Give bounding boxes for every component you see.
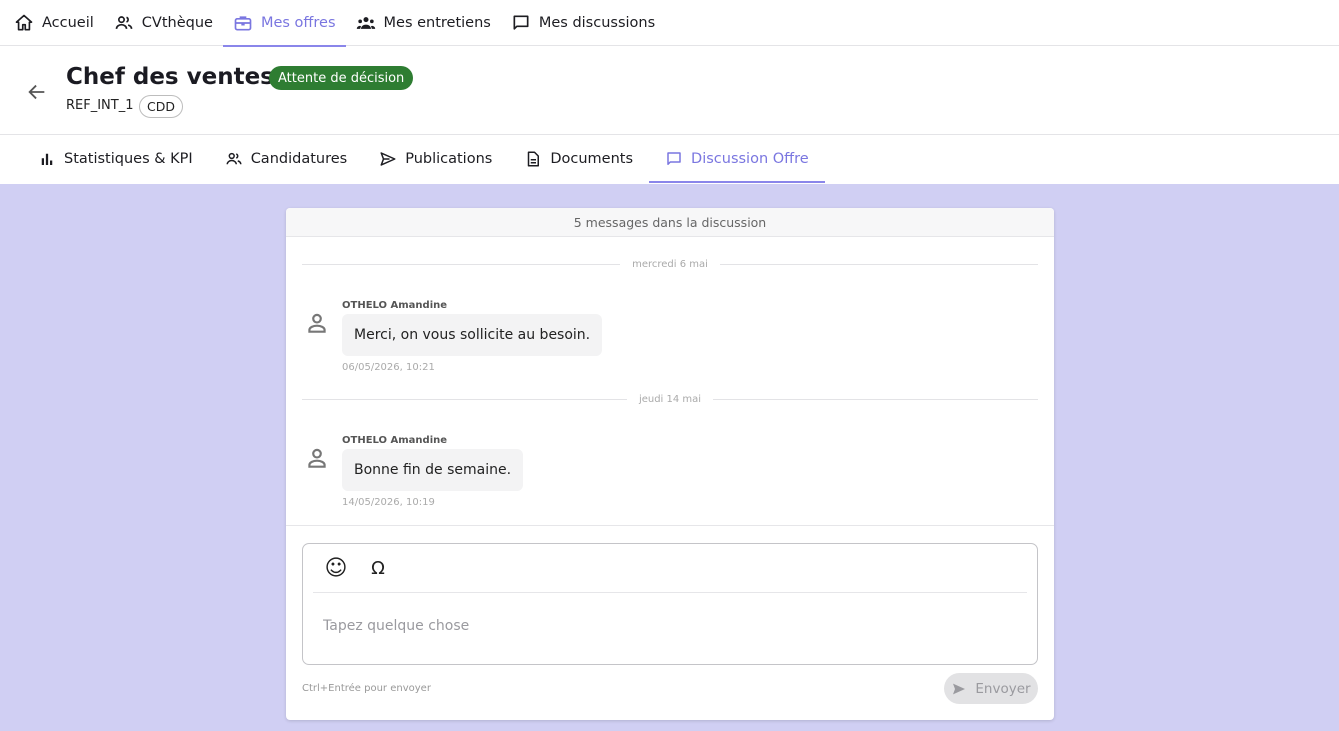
nav-item-accueil[interactable]: Accueil (4, 0, 104, 46)
tab-discussion-offre[interactable]: Discussion Offre (649, 135, 825, 183)
top-navigation: Accueil CVthèque Mes offres Mes entretie… (0, 0, 1339, 47)
nav-item-mes-entretiens[interactable]: Mes entretiens (346, 0, 501, 46)
tab-label: Publications (405, 151, 493, 167)
nav-item-cvtheque[interactable]: CVthèque (104, 0, 223, 46)
tab-candidatures[interactable]: Candidatures (209, 135, 364, 183)
composer-toolbar: ☺ Ω (303, 544, 1037, 593)
person-icon (308, 448, 326, 468)
clipped-previous-message: · · · · · (342, 237, 371, 242)
message-author: OTHELO Amandine (342, 300, 448, 311)
send-label: Envoyer (975, 680, 1031, 697)
groups-icon (356, 17, 375, 29)
contract-type-chip: CDD (139, 95, 183, 118)
tab-label: Candidatures (250, 151, 348, 167)
discussion-area: 5 messages dans la discussion · · · · · … (0, 184, 1339, 731)
divider (302, 263, 621, 265)
special-character-button[interactable]: Ω (364, 554, 392, 582)
chat-icon (667, 152, 681, 165)
message-count: 5 messages dans la discussion (286, 208, 1054, 237)
chat-icon (513, 15, 529, 30)
tab-label: Documents (550, 151, 634, 167)
message-list[interactable]: · · · · · mercredi 6 mai OTHELO Amandine… (286, 237, 1054, 526)
send-icon (380, 152, 396, 166)
document-icon (528, 151, 540, 167)
nav-label: Mes entretiens (383, 15, 491, 31)
message-composer: ☺ Ω (302, 543, 1038, 665)
date-label: jeudi 14 mai (638, 393, 702, 405)
nav-label: Mes offres (260, 15, 336, 31)
home-icon (15, 14, 33, 31)
discussion-panel: 5 messages dans la discussion · · · · · … (286, 208, 1054, 720)
offer-header: Chef des ventes Attente de décision REF_… (0, 46, 1339, 135)
date-label: mercredi 6 mai (632, 258, 708, 270)
tab-documents[interactable]: Documents (508, 135, 649, 183)
nav-item-mes-discussions[interactable]: Mes discussions (501, 0, 665, 46)
message-bubble: Merci, on vous sollicite au besoin. (342, 314, 603, 356)
message-timestamp: 14/05/2026, 10:19 (342, 497, 435, 508)
nav-label: Accueil (42, 15, 94, 31)
divider (713, 398, 1038, 400)
send-shortcut-hint: Ctrl+Entrée pour envoyer (302, 683, 431, 694)
tab-statistiques[interactable]: Statistiques & KPI (22, 135, 209, 183)
bar-chart-icon (41, 153, 53, 165)
offer-reference: REF_INT_1 (66, 98, 134, 113)
emoji-icon: ☺ (324, 555, 348, 581)
message-bubble: Bonne fin de semaine. (342, 449, 524, 491)
toolbar-divider (313, 592, 1027, 593)
emoji-button[interactable]: ☺ (322, 554, 350, 582)
people-icon (115, 16, 133, 29)
divider (719, 263, 1039, 265)
nav-label: CVthèque (141, 15, 213, 31)
people-icon (226, 152, 242, 165)
message-author: OTHELO Amandine (342, 435, 448, 446)
nav-item-mes-offres[interactable]: Mes offres (222, 0, 346, 47)
nav-label: Mes discussions (538, 15, 656, 31)
divider (302, 398, 627, 400)
briefcase-icon (234, 16, 252, 31)
date-separator: mercredi 6 mai (302, 257, 1039, 271)
page-title: Chef des ventes (66, 64, 274, 90)
tab-label: Discussion Offre (691, 151, 809, 167)
message-input[interactable] (323, 614, 1013, 638)
date-separator: jeudi 14 mai (302, 392, 1038, 406)
status-badge: Attente de décision (269, 66, 414, 90)
tab-label: Statistiques & KPI (64, 151, 193, 167)
omega-icon: Ω (371, 557, 385, 579)
message-timestamp: 06/05/2026, 10:21 (342, 362, 435, 373)
tab-publications[interactable]: Publications (363, 135, 508, 183)
offer-tabs: Statistiques & KPI Candidatures Publicat… (0, 135, 1339, 184)
send-button[interactable]: Envoyer (944, 673, 1038, 704)
send-icon (953, 683, 966, 694)
arrow-back-icon (28, 84, 45, 100)
back-button[interactable] (24, 79, 50, 105)
person-icon (308, 313, 326, 333)
